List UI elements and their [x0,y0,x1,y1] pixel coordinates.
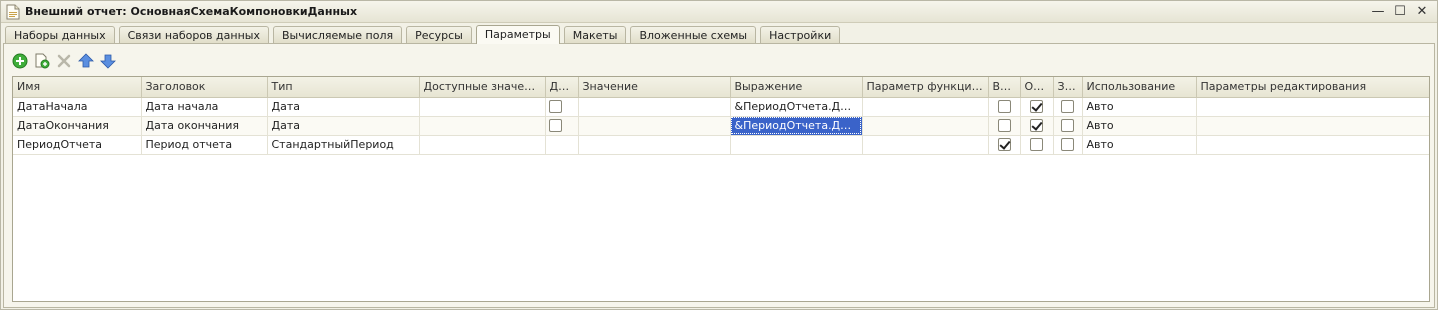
column-header-title[interactable]: Заголовок [141,77,268,98]
document-icon [6,4,20,20]
cell-restrict [1020,135,1054,155]
table-row[interactable]: ДатаОкончания Дата окончания Дата &Перио… [13,116,1429,136]
cell-type[interactable]: СтандартныйПериод [267,135,420,155]
cell-only-available [545,97,579,117]
fill-checkbox[interactable] [1061,119,1074,133]
column-header-include[interactable]: Вк... [988,77,1021,98]
add-icon[interactable] [12,53,28,69]
cell-value[interactable] [578,135,731,155]
table-header-row: Имя Заголовок Тип Доступные значения До.… [13,77,1429,98]
cell-functional-option[interactable] [862,116,989,136]
restrict-checkbox[interactable] [1030,138,1043,152]
column-header-value[interactable]: Значение [578,77,731,98]
column-header-available-values[interactable]: Доступные значения [419,77,546,98]
cell-expression[interactable] [730,135,863,155]
cell-functional-option[interactable] [862,97,989,117]
parameters-toolbar [12,52,116,70]
cell-expression-selected[interactable]: &ПериодОтчета.Дата... [730,116,863,136]
column-header-expression[interactable]: Выражение [730,77,863,98]
cell-available-values[interactable] [419,135,546,155]
column-header-name[interactable]: Имя [13,77,142,98]
include-checkbox[interactable] [997,138,1011,152]
parameters-table: Имя Заголовок Тип Доступные значения До.… [12,76,1430,302]
fill-checkbox[interactable] [1061,100,1074,114]
cell-available-values[interactable] [419,97,546,117]
only-available-checkbox[interactable] [548,100,562,114]
cell-fill [1053,97,1083,117]
cell-fill [1053,116,1083,136]
cell-restrict [1020,97,1054,117]
only-available-checkbox[interactable] [548,119,562,133]
column-header-usage[interactable]: Использование [1082,77,1197,98]
cell-usage[interactable]: Авто [1082,116,1197,136]
minimize-button[interactable]: — [1369,3,1387,20]
cell-usage[interactable]: Авто [1082,135,1197,155]
cell-title[interactable]: Дата начала [141,97,268,117]
title-bar[interactable]: Внешний отчет: ОсновнаяСхемаКомпоновкиДа… [1,1,1437,23]
tab-nested-schemas[interactable]: Вложенные схемы [630,26,757,44]
tab-calculated-fields[interactable]: Вычисляемые поля [272,26,403,44]
cell-name[interactable]: ДатаНачала [13,97,142,117]
window-controls: — ☐ ✕ [1369,3,1431,20]
cell-expression[interactable]: &ПериодОтчета.Дата... [730,97,863,117]
cell-value[interactable] [578,116,731,136]
cell-title[interactable]: Период отчета [141,135,268,155]
cell-functional-option[interactable] [862,135,989,155]
cell-title[interactable]: Дата окончания [141,116,268,136]
column-header-only-available[interactable]: До... [545,77,579,98]
tab-templates[interactable]: Макеты [563,26,627,44]
cell-value[interactable] [578,97,731,117]
tab-resources[interactable]: Ресурсы [406,26,472,44]
cell-name[interactable]: ДатаОкончания [13,116,142,136]
include-checkbox[interactable] [997,119,1011,133]
column-header-restrict[interactable]: Ог... [1020,77,1054,98]
move-down-icon[interactable] [100,53,116,69]
table-row[interactable]: ДатаНачала Дата начала Дата &ПериодОтчет… [13,97,1429,117]
parameters-panel: Имя Заголовок Тип Доступные значения До.… [3,43,1435,308]
designer-window: Внешний отчет: ОсновнаяСхемаКомпоновкиДа… [0,0,1438,310]
cell-type[interactable]: Дата [267,97,420,117]
copy-icon[interactable] [34,53,50,69]
tab-dataset-links[interactable]: Связи наборов данных [118,26,269,44]
cell-edit-params[interactable] [1196,116,1429,136]
cell-type[interactable]: Дата [267,116,420,136]
column-header-type[interactable]: Тип [267,77,420,98]
tab-settings[interactable]: Настройки [760,26,841,44]
delete-icon[interactable] [56,53,72,69]
cell-edit-params[interactable] [1196,97,1429,117]
cell-usage[interactable]: Авто [1082,97,1197,117]
cell-restrict [1020,116,1054,136]
cell-only-available[interactable] [545,135,579,155]
table-row[interactable]: ПериодОтчета Период отчета СтандартныйПе… [13,135,1429,155]
tab-parameters[interactable]: Параметры [475,25,560,44]
column-header-fill[interactable]: За... [1053,77,1083,98]
maximize-button[interactable]: ☐ [1391,3,1409,20]
window-title: Внешний отчет: ОсновнаяСхемаКомпоновкиДа… [25,5,358,18]
column-header-functional-option[interactable]: Параметр функциона... [862,77,989,98]
column-header-edit-params[interactable]: Параметры редактирования [1196,77,1429,98]
tab-bar: Наборы данных Связи наборов данных Вычис… [5,25,844,44]
cell-include [988,135,1021,155]
cell-name[interactable]: ПериодОтчета [13,135,142,155]
move-up-icon[interactable] [78,53,94,69]
cell-fill [1053,135,1083,155]
cell-edit-params[interactable] [1196,135,1429,155]
tab-datasets[interactable]: Наборы данных [5,26,115,44]
fill-checkbox[interactable] [1061,138,1074,152]
restrict-checkbox[interactable] [1030,119,1043,133]
include-checkbox[interactable] [997,100,1011,114]
cell-available-values[interactable] [419,116,546,136]
restrict-checkbox[interactable] [1030,100,1043,114]
cell-include [988,116,1021,136]
cell-only-available [545,116,579,136]
close-button[interactable]: ✕ [1413,3,1431,20]
cell-include [988,97,1021,117]
